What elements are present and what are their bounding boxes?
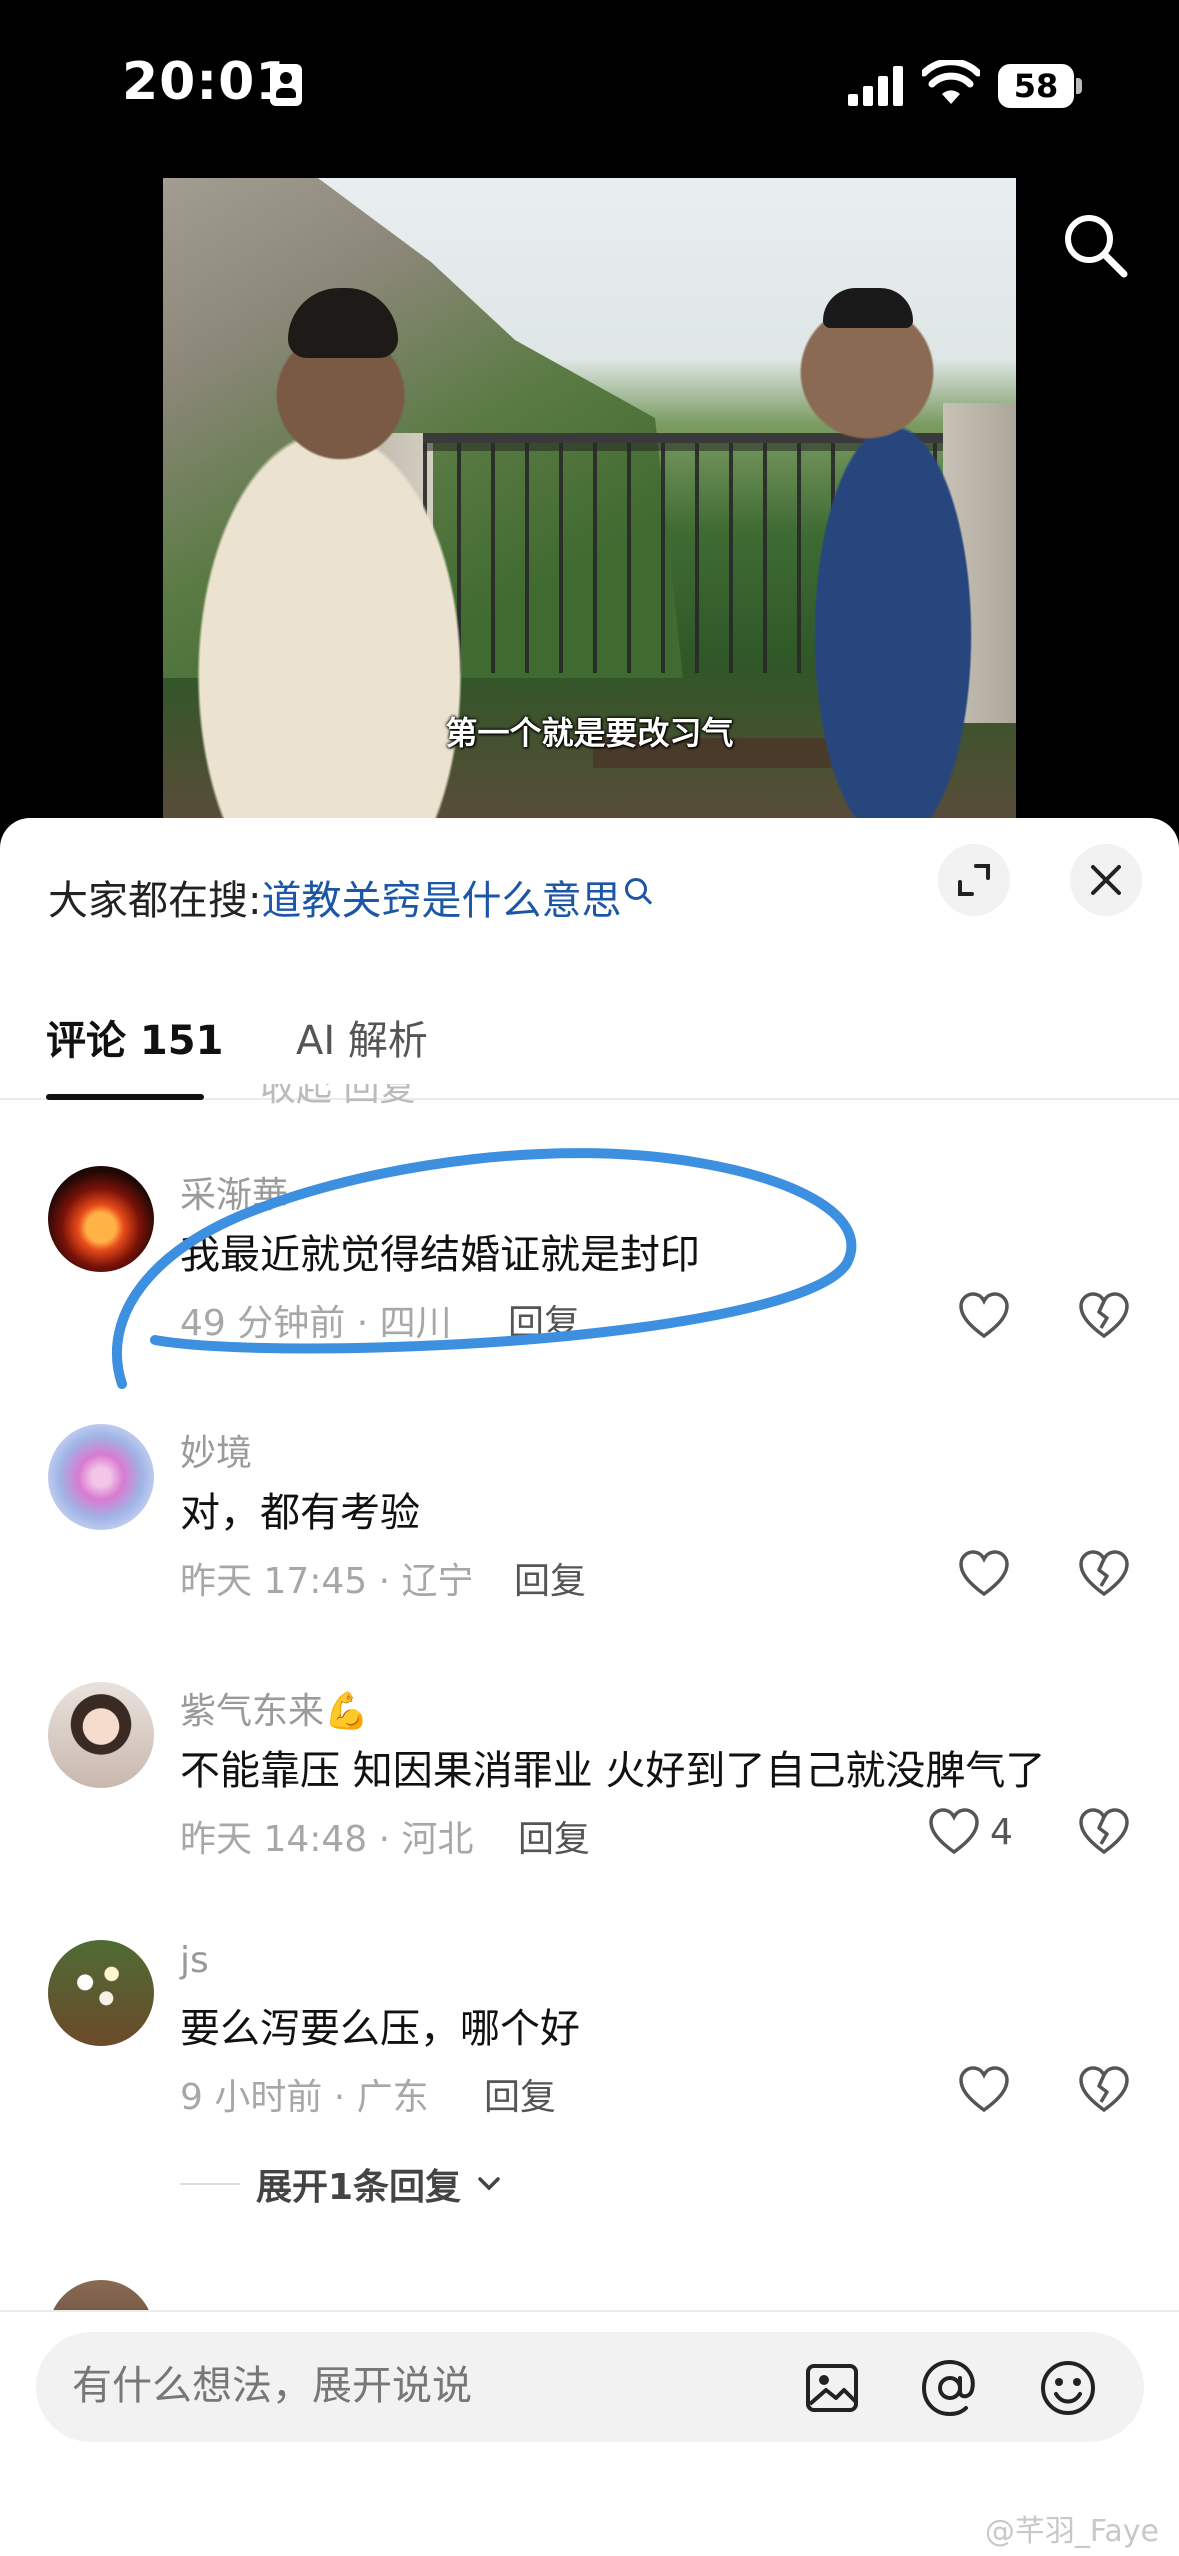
comment-sheet: 大家都在搜:道教关窍是什么意思 评论 151 AI 解析 收起 回复 采渐華 我… — [0, 818, 1179, 2556]
active-tab-indicator — [46, 1094, 204, 1100]
battery-level: 58 — [998, 64, 1074, 108]
like-button[interactable] — [958, 1544, 1020, 1604]
comment-text: 不能靠压 知因果消罪业 火好到了自己就没脾气了 — [180, 1748, 1046, 1794]
like-button[interactable] — [958, 2060, 1020, 2120]
comment-text: 要么泻要么压，哪个好 — [180, 2006, 580, 2052]
broken-heart-icon — [1079, 2066, 1129, 2113]
tab-ai-analysis[interactable]: AI 解析 — [296, 1008, 428, 1066]
comment-author[interactable]: js — [180, 1940, 209, 1981]
broken-heart-icon — [1079, 1550, 1129, 1597]
status-bar: 20:01 58 — [0, 0, 1179, 160]
search-suggestion-query[interactable]: 道教关窍是什么意思 — [261, 878, 621, 924]
like-button[interactable] — [958, 1286, 1020, 1346]
comment-author[interactable]: 采渐華 — [180, 1166, 288, 1218]
like-count: 4 — [990, 1811, 1013, 1853]
battery-indicator: 58 — [998, 64, 1082, 108]
like-button[interactable]: 4 — [928, 1802, 1013, 1862]
reply-button[interactable]: 回复 — [484, 2068, 556, 2120]
search-suggestion[interactable]: 大家都在搜:道教关窍是什么意思 — [48, 868, 648, 926]
avatar[interactable] — [48, 1424, 154, 1530]
search-suggestion-prefix: 大家都在搜: — [48, 878, 262, 924]
expand-replies-button[interactable]: 展开1条回复 — [180, 2158, 501, 2210]
broken-heart-icon — [1079, 1808, 1129, 1855]
close-icon — [1091, 865, 1121, 895]
comment-text: 对，都有考验 — [180, 1490, 420, 1536]
fullscreen-button[interactable] — [938, 844, 1010, 916]
dislike-button[interactable] — [1078, 1544, 1130, 1604]
comment-meta: 昨天 14:48 · 河北 — [180, 1819, 474, 1860]
image-icon[interactable] — [802, 2358, 862, 2418]
comment-author[interactable]: 妙境 — [180, 1424, 252, 1476]
divider — [180, 2183, 240, 2185]
reply-button[interactable]: 回复 — [518, 1810, 590, 1862]
heart-icon — [959, 1292, 1009, 1339]
heart-icon — [959, 1550, 1009, 1597]
wifi-icon — [922, 60, 980, 104]
expand-icon — [958, 864, 990, 896]
reply-button[interactable]: 回复 — [508, 1294, 580, 1346]
dislike-button[interactable] — [1078, 2060, 1130, 2120]
reply-button[interactable]: 回复 — [514, 1552, 586, 1604]
small-search-icon — [625, 878, 648, 900]
contact-card-icon — [270, 64, 302, 106]
comment-text: 我最近就觉得结婚证就是封印 — [180, 1232, 700, 1278]
search-icon[interactable] — [1060, 210, 1130, 280]
tab-bar: 评论 151 AI 解析 — [0, 988, 1179, 1100]
avatar[interactable] — [48, 1166, 154, 1272]
cellular-signal-icon — [848, 66, 903, 106]
comment-input-container[interactable] — [36, 2332, 1144, 2442]
scrolled-comment-fragment: 收起 回复 — [260, 1084, 415, 1104]
dislike-button[interactable] — [1078, 1802, 1130, 1862]
comment-meta: 9 小时前 · 广东 — [180, 2077, 429, 2118]
emoji-icon[interactable] — [1038, 2358, 1098, 2418]
screen: 20:01 58 第一个就是要改习气 大家都在搜:道教关窍是什么意思 评论 15… — [0, 0, 1179, 2556]
video-player[interactable]: 第一个就是要改习气 — [163, 178, 1016, 824]
heart-icon — [929, 1808, 979, 1855]
watermark: @芊羽_Faye — [984, 2514, 1159, 2549]
avatar[interactable] — [48, 1682, 154, 1788]
comment-author[interactable]: 紫气东来💪 — [180, 1682, 369, 1734]
dislike-button[interactable] — [1078, 1286, 1130, 1346]
expand-replies-label: 展开1条回复 — [256, 2167, 462, 2208]
chevron-down-icon — [478, 2177, 500, 2191]
video-subtitle: 第一个就是要改习气 — [445, 714, 734, 752]
status-time: 20:01 — [122, 52, 293, 112]
close-button[interactable] — [1070, 844, 1142, 916]
comment-meta: 昨天 17:45 · 辽宁 — [180, 1561, 474, 1602]
comment-input[interactable] — [72, 2356, 772, 2416]
tab-comments[interactable]: 评论 151 — [46, 1008, 223, 1066]
mention-icon[interactable] — [920, 2358, 980, 2418]
heart-icon — [959, 2066, 1009, 2113]
avatar[interactable] — [48, 1940, 154, 2046]
comment-meta: 49 分钟前 · 四川 — [180, 1303, 452, 1344]
broken-heart-icon — [1079, 1292, 1129, 1339]
battery-cap — [1076, 78, 1082, 94]
